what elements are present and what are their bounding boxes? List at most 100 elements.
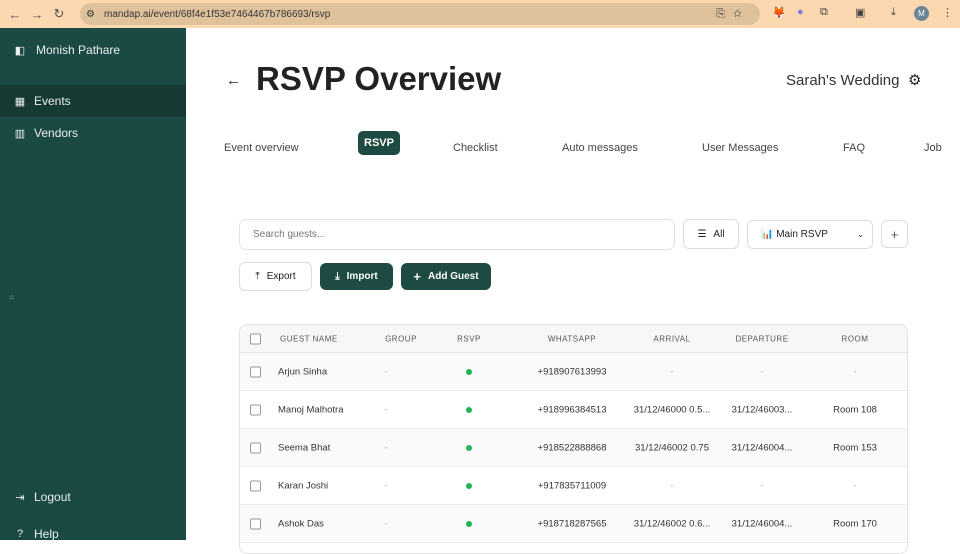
rsvp-status-dot xyxy=(466,444,472,451)
chevron-down-icon: ⌄ xyxy=(857,230,864,239)
add-guest-label: Add Guest xyxy=(428,271,479,282)
site-info-icon[interactable]: ⚙ xyxy=(86,9,95,20)
logout-label: Logout xyxy=(34,490,71,504)
guest-name: Arjun Sinha xyxy=(278,366,328,377)
url-text: mandap.ai/event/68f4e1f53e7464467b786693… xyxy=(104,8,331,20)
guest-room: Room 170 xyxy=(833,518,877,529)
col-whatsapp[interactable]: WHATSAPP xyxy=(548,334,596,343)
add-guest-button[interactable]: + Add Guest xyxy=(401,263,491,290)
table-row[interactable]: Arjun Sinha - +918907613993 - - - xyxy=(240,353,907,391)
export-label: Export xyxy=(266,271,296,282)
address-bar[interactable]: ⚙ mandap.ai/event/68f4e1f53e7464467b7866… xyxy=(80,3,760,25)
profile-avatar[interactable]: M xyxy=(914,6,929,21)
page-title: RSVP Overview xyxy=(256,60,502,97)
row-checkbox[interactable] xyxy=(250,404,261,415)
help-icon: ? xyxy=(16,528,24,540)
building-icon: ▥ xyxy=(14,127,26,140)
browser-toolbar: ← → ↻ ⚙ mandap.ai/event/68f4e1f53e746446… xyxy=(0,0,960,28)
main-content: ← RSVP Overview Sarah's Wedding ⚙ Event … xyxy=(186,28,960,554)
filter-button[interactable]: ☰ All xyxy=(683,219,739,249)
guest-room: Room 153 xyxy=(833,442,877,453)
download-icon[interactable]: ⤓ xyxy=(891,6,896,19)
tab-faq[interactable]: FAQ xyxy=(843,136,865,160)
guest-arrival: - xyxy=(670,480,674,491)
filter-label: All xyxy=(713,228,725,240)
row-checkbox[interactable] xyxy=(250,442,261,453)
table-row[interactable]: Seema Bhat - +918522888868 31/12/46002 0… xyxy=(240,429,907,467)
import-label: Import xyxy=(346,271,378,282)
guest-group: - xyxy=(384,518,388,529)
tab-rsvp[interactable]: RSVP xyxy=(358,131,400,155)
sidebar-item-events[interactable]: ▦ Events xyxy=(0,85,186,117)
guest-arrival: - xyxy=(670,366,674,377)
guest-arrival: 31/12/46002 0.6... xyxy=(633,518,711,529)
guest-whatsapp: +918996384513 xyxy=(537,404,607,415)
filter-icon: ☰ xyxy=(697,228,707,240)
guest-name: Ashok Das xyxy=(278,518,324,529)
row-checkbox[interactable] xyxy=(250,366,261,377)
tab-auto-messages[interactable]: Auto messages xyxy=(562,136,638,160)
user-name: Monish Pathare xyxy=(36,43,121,57)
rsvp-select[interactable]: 📊 Main RSVP ⌄ xyxy=(747,220,873,249)
col-room[interactable]: ROOM xyxy=(842,334,869,343)
col-guest-name[interactable]: GUEST NAME xyxy=(280,334,338,343)
guest-whatsapp: +918718287565 xyxy=(537,518,607,529)
col-rsvp[interactable]: RSVP xyxy=(457,334,481,343)
extensions-puzzle-icon[interactable]: ⧉ xyxy=(820,6,828,19)
sidebar-item-vendors[interactable]: ▥ Vendors xyxy=(0,117,186,149)
import-button[interactable]: ⤓ Import xyxy=(320,263,393,290)
tab-job[interactable]: Job xyxy=(924,136,942,160)
bookmark-star-icon[interactable]: ⎘☆ xyxy=(716,8,750,21)
export-button[interactable]: ⤒ Export xyxy=(239,262,312,291)
rsvp-status-dot xyxy=(466,482,472,489)
guest-whatsapp: +917835711009 xyxy=(537,480,607,491)
upload-icon: ⤒ xyxy=(255,271,260,282)
search-input[interactable]: Search guests... xyxy=(239,219,675,250)
table-row[interactable]: Karan Joshi - +917835711009 - - - xyxy=(240,467,907,505)
tab-event-overview[interactable]: Event overview xyxy=(224,136,299,160)
row-checkbox[interactable] xyxy=(250,518,261,529)
guest-name: Manoj Malhotra xyxy=(278,404,344,415)
back-icon[interactable]: ← xyxy=(4,7,26,22)
extension-fox-icon[interactable]: 🦊 xyxy=(772,6,786,19)
tab-user-messages[interactable]: User Messages xyxy=(702,136,778,160)
guest-group: - xyxy=(384,366,388,377)
guest-departure: 31/12/46004... xyxy=(731,442,793,453)
add-rsvp-button[interactable]: + xyxy=(881,220,908,248)
select-all-checkbox[interactable] xyxy=(250,333,261,344)
guest-table: GUEST NAME GROUP RSVP WHATSAPP ARRIVAL D… xyxy=(239,324,908,554)
help-label: Help xyxy=(34,527,59,541)
tab-search-icon[interactable]: ▣ xyxy=(855,6,865,19)
back-arrow-icon[interactable]: ← xyxy=(226,72,241,89)
guest-name: Karan Joshi xyxy=(278,480,329,491)
guest-group: - xyxy=(384,480,388,491)
guest-arrival: 31/12/46002 0.75 xyxy=(635,442,709,453)
forward-icon[interactable]: → xyxy=(26,7,48,22)
logout-button[interactable]: ⇥ Logout xyxy=(0,481,186,513)
download-icon: ⤓ xyxy=(335,271,340,282)
rsvp-status-dot xyxy=(466,520,472,527)
sidebar-user[interactable]: ◧ Monish Pathare xyxy=(0,34,186,66)
menu-kebab-icon[interactable]: ⋮ xyxy=(942,6,953,19)
tab-checklist[interactable]: Checklist xyxy=(453,136,498,160)
help-button[interactable]: ? Help xyxy=(0,518,186,550)
guest-arrival: 31/12/46000 0.5... xyxy=(633,404,711,415)
sidebar: ◧ Monish Pathare ▦ Events ▥ Vendors ⌕ ⇥ … xyxy=(0,28,186,541)
sidebar-toggle-icon[interactable]: ◧ xyxy=(14,44,26,57)
reload-icon[interactable]: ↻ xyxy=(48,6,70,22)
col-arrival[interactable]: ARRIVAL xyxy=(653,334,690,343)
guest-name: Seema Bhat xyxy=(278,442,331,453)
row-checkbox[interactable] xyxy=(250,480,261,491)
table-header: GUEST NAME GROUP RSVP WHATSAPP ARRIVAL D… xyxy=(240,325,907,353)
guest-whatsapp: +918907613993 xyxy=(537,366,607,377)
table-row[interactable]: Manoj Malhotra - +918996384513 31/12/460… xyxy=(240,391,907,429)
col-departure[interactable]: DEPARTURE xyxy=(735,334,788,343)
extension-icon[interactable]: ● xyxy=(797,6,804,18)
table-row[interactable]: Ashok Das - +918718287565 31/12/46002 0.… xyxy=(240,505,907,543)
col-group[interactable]: GROUP xyxy=(385,334,417,343)
guest-departure: - xyxy=(760,366,764,377)
search-icon[interactable]: ⌕ xyxy=(9,292,15,303)
gear-icon[interactable]: ⚙ xyxy=(908,71,921,89)
guest-room: - xyxy=(853,366,857,377)
guest-departure: 31/12/46003... xyxy=(731,404,793,415)
